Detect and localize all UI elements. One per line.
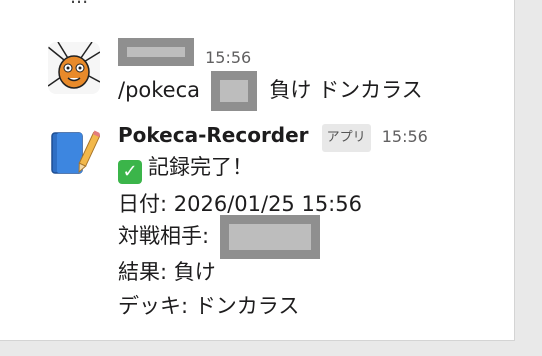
command-args: 負け ドンカラス	[269, 78, 423, 102]
status-line: ✓ 記録完了！	[118, 152, 253, 184]
deck-line: デッキ: ドンカラス	[118, 294, 300, 318]
user-message-time[interactable]: 15:56	[205, 48, 251, 67]
user-message-header: 15:56	[118, 38, 251, 68]
command-text: /pokeca	[118, 78, 201, 102]
user-avatar-image	[48, 42, 100, 94]
app-badge: アプリ	[321, 123, 371, 152]
result-line: 結果: 負け	[118, 260, 216, 284]
user-message-body: /pokeca 負け ドンカラス	[118, 70, 423, 111]
partial-previous-message: ...	[70, 0, 88, 8]
chat-panel: ... 15:56 /pokeca 負け ドンカラス	[0, 0, 515, 341]
bot-name[interactable]: Pokeca-Recorder	[118, 123, 309, 147]
redacted-username	[118, 38, 194, 66]
notebook-icon	[48, 128, 100, 180]
partial-previous-text: ...	[70, 0, 88, 8]
redacted-opponent	[219, 215, 320, 259]
user-avatar[interactable]	[48, 42, 100, 94]
check-mark-icon: ✓	[118, 160, 142, 184]
bot-avatar[interactable]	[48, 128, 100, 180]
bot-message-time[interactable]: 15:56	[382, 127, 428, 146]
opponent-line: 対戦相手:	[118, 214, 320, 259]
status-text: 記録完了！	[148, 155, 253, 179]
bot-message-header: Pokeca-Recorder アプリ 15:56	[118, 122, 428, 152]
redacted-opponent-inline	[210, 71, 257, 111]
opponent-label: 対戦相手:	[118, 224, 210, 248]
